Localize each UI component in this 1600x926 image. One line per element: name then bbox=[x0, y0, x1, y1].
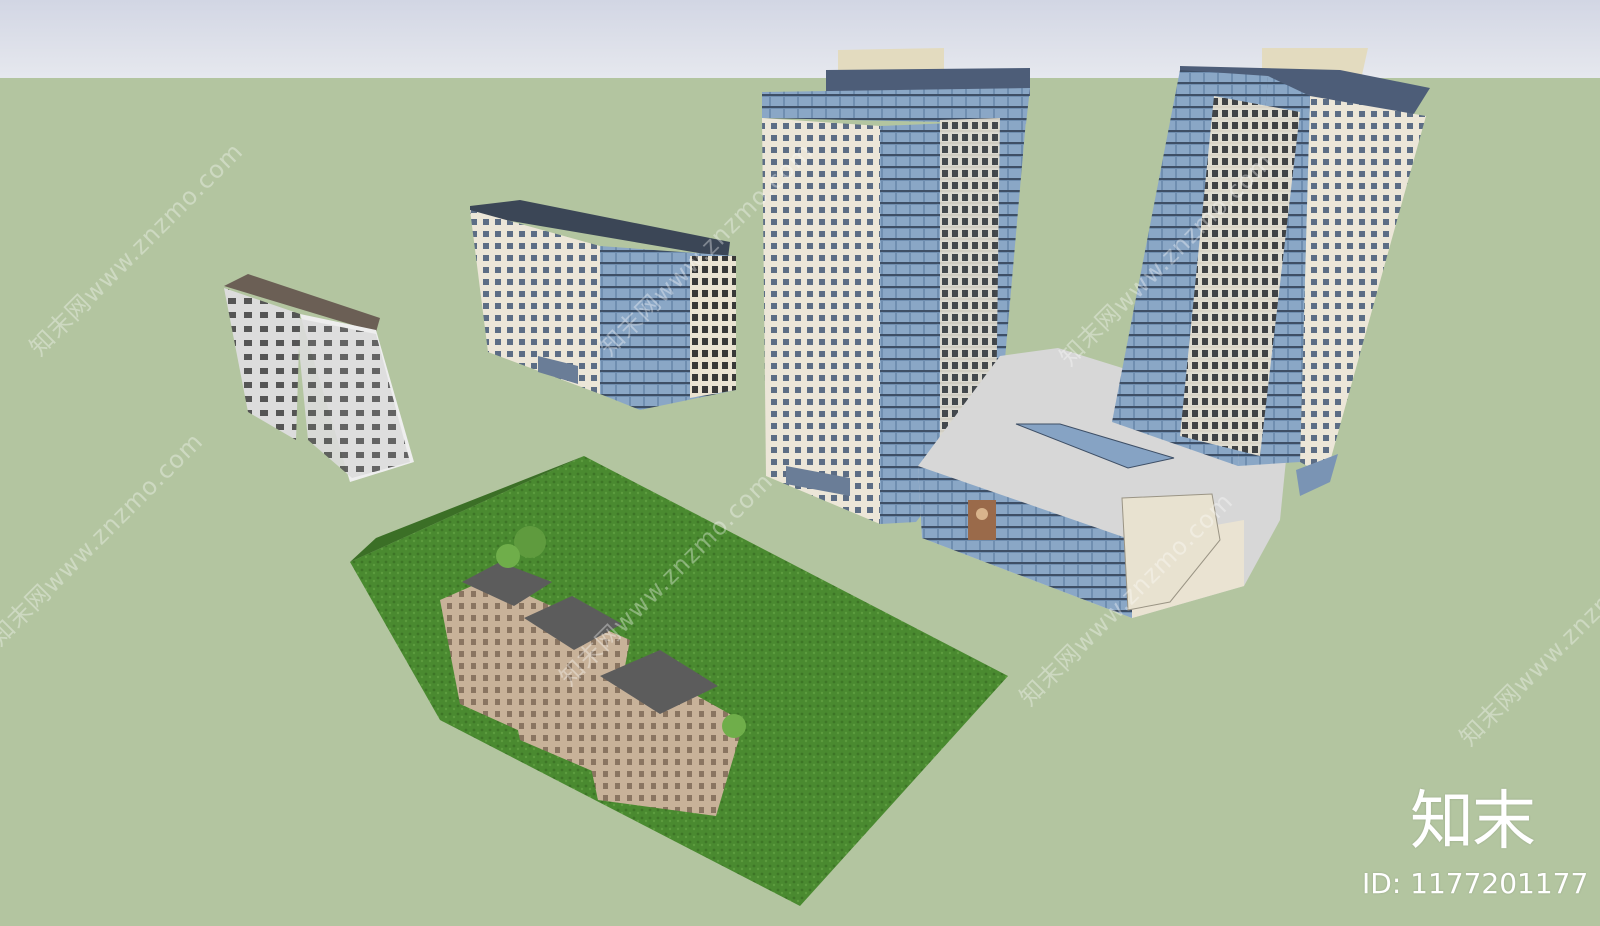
model-scene[interactable] bbox=[0, 0, 1600, 926]
brand-logo: 知末 bbox=[1410, 785, 1536, 859]
sketchup-viewport[interactable]: 知末网www.znzmo.com 知末网www.znzmo.com 知末网www… bbox=[0, 0, 1600, 926]
model-id-label: ID: 1177201177 bbox=[1362, 867, 1589, 900]
